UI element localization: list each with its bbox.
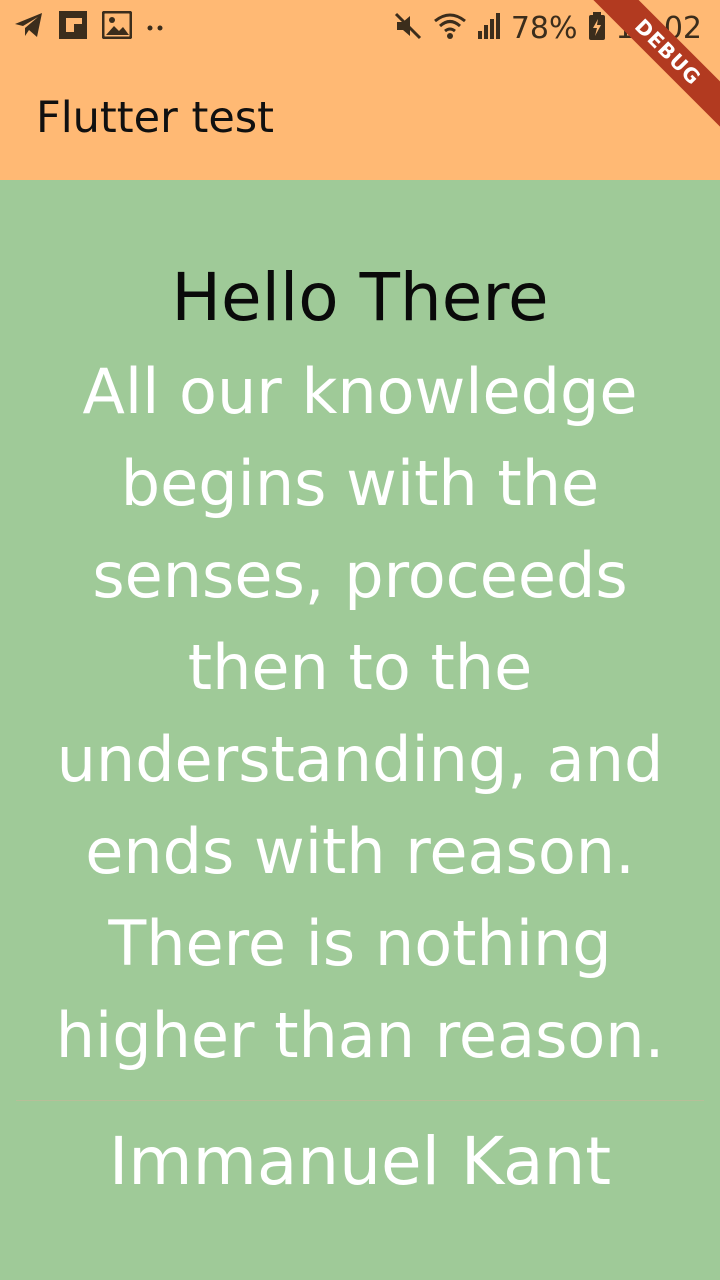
quote-line: ends with reason. [85,815,635,888]
flipboard-icon [58,10,88,44]
app-bar: 78% 12:02 Flutter test [0,0,720,180]
status-bar: 78% 12:02 [0,0,720,56]
main-content: Hello There All our knowledge begins wit… [0,180,720,1280]
quote-line: There is nothing [108,907,612,980]
more-notifications-icon [146,18,166,37]
quote-line: begins with the [120,447,600,520]
battery-percentage: 78% [510,10,578,46]
wifi-icon [433,11,467,45]
quote-line: higher than reason. [55,999,665,1072]
telegram-icon [14,11,44,43]
notification-icons [14,10,166,44]
app-title: Flutter test [36,93,275,143]
quote-line: understanding, and [56,723,664,796]
quote-line: All our knowledge [82,355,638,428]
quote-line: senses, proceeds [92,539,628,612]
quote-text: All our knowledge begins with the senses… [0,346,720,1082]
quote-author: Immanuel Kant [108,1123,612,1200]
clock: 12:02 [615,10,702,46]
gallery-icon [101,10,133,43]
battery-charging-icon [588,11,606,45]
divider [16,1100,704,1101]
signal-icon [477,11,501,45]
mute-icon [393,11,423,45]
greeting-heading: Hello There [171,259,549,336]
quote-line: then to the [187,631,533,704]
system-status: 78% 12:02 [393,8,702,48]
